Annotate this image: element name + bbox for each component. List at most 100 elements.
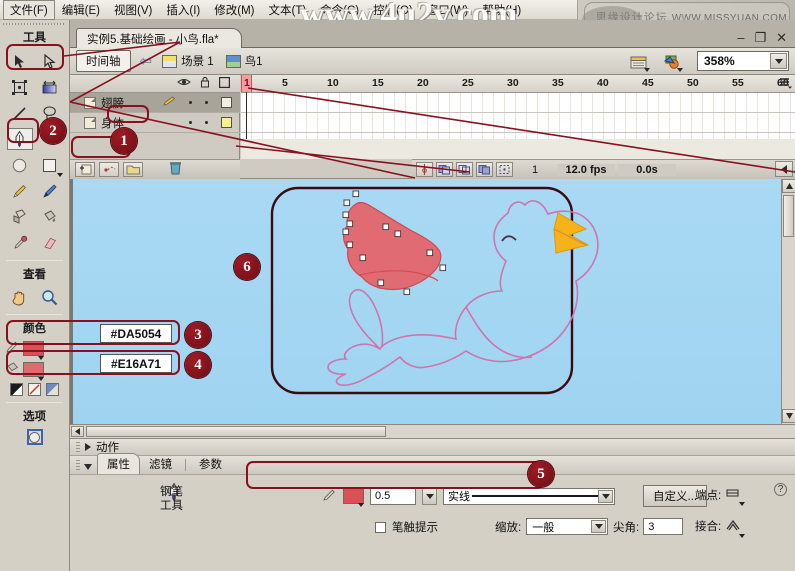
stage-area[interactable] <box>70 179 795 438</box>
ink-bottle-tool[interactable] <box>7 206 33 228</box>
collapse-triangle-icon[interactable] <box>84 464 92 470</box>
stage-horizontal-scrollbar[interactable] <box>70 424 795 438</box>
new-layer-button[interactable] <box>75 162 95 177</box>
frame-row-wings[interactable] <box>241 93 795 113</box>
no-color-icon[interactable] <box>28 383 41 396</box>
rectangle-tool-flyout-icon[interactable] <box>57 173 63 177</box>
tab-parameters[interactable]: 参数 <box>190 454 231 474</box>
document-tab[interactable]: 实例5.基础绘画 - 小鸟.fla* <box>76 28 242 48</box>
scroll-up-button[interactable] <box>782 179 795 193</box>
join-style-button[interactable] <box>726 519 740 534</box>
timeline-options-menu-icon[interactable] <box>778 76 794 91</box>
vertical-scroll-thumb[interactable] <box>783 195 794 237</box>
layer-row-body[interactable]: 身体 <box>70 113 240 133</box>
bird-artwork[interactable] <box>70 179 781 424</box>
breadcrumb-scene-label[interactable]: 场景 1 <box>181 53 214 69</box>
horizontal-scroll-thumb[interactable] <box>86 426 386 437</box>
free-transform-tool[interactable] <box>7 76 33 98</box>
help-icon[interactable]: ? <box>774 483 787 496</box>
edit-symbol-icon[interactable] <box>663 53 683 70</box>
panel-grip[interactable] <box>76 442 80 453</box>
cap-style-button[interactable] <box>726 488 740 502</box>
center-frame-button[interactable] <box>416 162 433 177</box>
timeline-ruler[interactable]: 1 5 10 15 20 25 30 35 40 45 50 55 60 65 <box>241 75 795 93</box>
stroke-color-caret-icon[interactable] <box>358 503 364 507</box>
scroll-down-button[interactable] <box>782 409 795 423</box>
layer-row-wings[interactable]: 翅膀 <box>70 93 240 113</box>
zoom-level-combobox[interactable]: 358% <box>697 51 789 71</box>
add-motion-guide-button[interactable] <box>99 162 119 177</box>
layer-visibility-dot[interactable] <box>189 121 192 124</box>
menu-item-window[interactable]: 窗口(W) <box>420 0 476 20</box>
tab-properties[interactable]: 属性 <box>97 453 140 474</box>
object-drawing-option-icon[interactable] <box>27 429 43 445</box>
menu-item-edit[interactable]: 编辑(E) <box>55 0 107 20</box>
cap-caret-icon[interactable] <box>739 502 745 506</box>
close-icon[interactable]: ✕ <box>776 32 787 43</box>
lock-icon[interactable] <box>200 76 210 91</box>
stage-vertical-scrollbar[interactable] <box>781 179 795 438</box>
panel-grip[interactable] <box>76 460 80 471</box>
back-arrow-icon[interactable]: ⇦ <box>140 52 153 70</box>
menu-item-control[interactable]: 控制(O) <box>366 0 420 20</box>
restore-icon[interactable]: ❐ <box>754 32 766 43</box>
expand-triangle-icon[interactable] <box>85 443 91 451</box>
minimize-icon[interactable]: – <box>737 32 744 43</box>
stroke-color-swatch-properties[interactable] <box>343 488 364 504</box>
oval-tool[interactable] <box>7 154 33 176</box>
menu-item-insert[interactable]: 插入(I) <box>159 0 207 20</box>
gradient-transform-tool[interactable] <box>37 76 63 98</box>
edit-multiple-frames-button[interactable] <box>476 162 493 177</box>
timeline-toggle-button[interactable]: 时间轴 <box>76 50 131 72</box>
stroke-height-input[interactable]: 0.5 <box>370 488 416 505</box>
delete-layer-icon[interactable] <box>169 161 182 178</box>
menu-item-file[interactable]: 文件(F) <box>3 0 55 20</box>
miter-input[interactable]: 3 <box>643 518 683 535</box>
scale-dropdown[interactable] <box>591 520 606 533</box>
eye-icon[interactable] <box>177 77 191 90</box>
frame-row-body[interactable] <box>241 113 795 133</box>
brush-tool[interactable] <box>37 180 63 202</box>
onion-skin-button[interactable] <box>436 162 453 177</box>
frame-rate-value[interactable]: 12.0 fps <box>557 164 615 176</box>
zoom-dropdown-button[interactable] <box>770 53 787 69</box>
menu-item-commands[interactable]: 命令(C) <box>313 0 366 20</box>
fill-color-caret-icon[interactable] <box>38 377 44 381</box>
eraser-tool[interactable] <box>37 232 63 254</box>
modify-onion-markers-button[interactable] <box>496 162 513 177</box>
tab-filters[interactable]: 滤镜 <box>140 454 181 474</box>
breadcrumb-symbol-label[interactable]: 鸟1 <box>245 53 263 69</box>
swap-colors-icon[interactable] <box>46 383 59 396</box>
stroke-style-dropdown[interactable] <box>598 490 613 503</box>
zoom-tool[interactable] <box>37 286 63 308</box>
onion-skin-outlines-button[interactable] <box>456 162 473 177</box>
stroke-hinting-checkbox[interactable] <box>375 522 386 533</box>
menu-item-view[interactable]: 视图(V) <box>107 0 159 20</box>
layer-outline-color-wings[interactable] <box>221 97 232 108</box>
layer-outline-color-body[interactable] <box>221 117 232 128</box>
eyedropper-tool[interactable] <box>7 232 33 254</box>
edit-symbol-caret-icon[interactable] <box>677 68 683 72</box>
rectangle-tool[interactable] <box>37 154 63 176</box>
outline-icon[interactable] <box>219 77 230 91</box>
layer-lock-dot[interactable] <box>205 101 208 104</box>
menu-item-modify[interactable]: 修改(M) <box>207 0 261 20</box>
scroll-left-button[interactable] <box>71 426 84 437</box>
join-caret-icon[interactable] <box>739 534 745 538</box>
stroke-style-combobox[interactable]: 实线 <box>443 488 615 505</box>
layer-visibility-dot[interactable] <box>189 101 192 104</box>
edit-scene-caret-icon[interactable] <box>644 68 650 72</box>
timeline-scroll-left-button[interactable] <box>775 161 793 177</box>
hand-tool[interactable] <box>7 286 33 308</box>
menu-item-text[interactable]: 文本(T) <box>261 0 313 20</box>
new-folder-button[interactable] <box>123 162 143 177</box>
scale-combobox[interactable]: 一般 <box>526 518 608 535</box>
black-white-colors-icon[interactable] <box>10 383 23 396</box>
edit-scene-icon[interactable] <box>630 53 650 70</box>
stroke-height-dropdown[interactable] <box>422 488 437 505</box>
pencil-tool[interactable] <box>7 180 33 202</box>
layer-lock-dot[interactable] <box>205 121 208 124</box>
paint-bucket-tool[interactable] <box>37 206 63 228</box>
menu-item-help[interactable]: 帮助(H) <box>475 0 528 20</box>
frame-grid[interactable] <box>241 93 795 139</box>
